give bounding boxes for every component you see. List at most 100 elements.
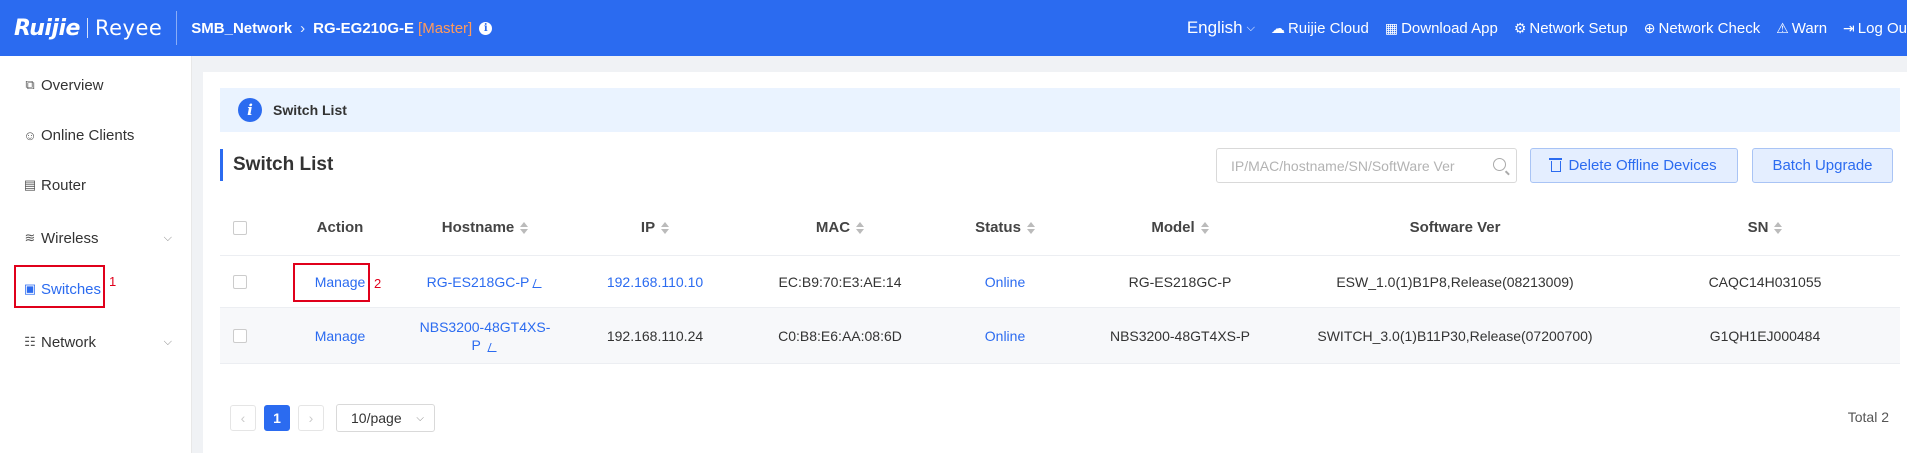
software-ver-cell: ESW_1.0(1)B1P8,Release(08213009) bbox=[1336, 273, 1574, 290]
manage-link[interactable]: Manage bbox=[280, 308, 400, 363]
page-1-button[interactable]: 1 bbox=[264, 405, 290, 431]
total-count: Total 2 bbox=[1847, 409, 1889, 425]
clients-icon: ☺ bbox=[23, 127, 37, 143]
search-icon[interactable] bbox=[1493, 158, 1506, 171]
prev-page-button[interactable]: ‹ bbox=[230, 405, 256, 431]
sidebar-item-label: Online Clients bbox=[41, 126, 135, 144]
header-checkbox-cell bbox=[220, 200, 260, 255]
edit-icon[interactable] bbox=[532, 279, 545, 288]
delete-offline-devices-button[interactable]: Delete Offline Devices bbox=[1530, 148, 1738, 183]
nav-warn[interactable]: ⚠ Warn bbox=[1776, 20, 1827, 37]
table-header: Action Hostname IP MAC Status Model Soft… bbox=[220, 200, 1900, 256]
model-cell: RG-ES218GC-P bbox=[1128, 273, 1232, 290]
language-selector[interactable]: English ⌵ bbox=[1187, 18, 1255, 38]
chevron-right-icon: › bbox=[300, 19, 306, 37]
table-row: Manage NBS3200-48GT4XS- P 192.168.110.24… bbox=[220, 308, 1900, 364]
nav-logout[interactable]: ⇥ Log Ou bbox=[1843, 20, 1907, 37]
column-header-ip[interactable]: IP bbox=[560, 200, 750, 255]
hostname-link-line1[interactable]: NBS3200-48GT4XS- bbox=[420, 318, 551, 336]
search-input[interactable] bbox=[1231, 157, 1487, 174]
mac-cell: C0:B8:E6:AA:08:6D bbox=[778, 327, 902, 344]
batch-upgrade-button[interactable]: Batch Upgrade bbox=[1752, 148, 1893, 183]
nav-download-app[interactable]: ▦ Download App bbox=[1385, 20, 1498, 37]
sidebar-item-router[interactable]: ▤ Router bbox=[0, 167, 192, 203]
row-checkbox[interactable] bbox=[233, 274, 247, 289]
status-cell: Online bbox=[984, 327, 1026, 344]
page-size-value: 10/page bbox=[351, 410, 402, 426]
column-header-hostname[interactable]: Hostname bbox=[410, 200, 560, 255]
edit-icon[interactable] bbox=[487, 342, 501, 352]
network-icon: ☷ bbox=[24, 334, 36, 349]
wifi-icon: ≋ bbox=[24, 230, 36, 245]
sort-icon[interactable] bbox=[1200, 221, 1209, 234]
nav-network-check[interactable]: ⊕ Network Check bbox=[1644, 20, 1760, 37]
highlight-box-switches bbox=[14, 265, 105, 308]
next-page-button[interactable]: › bbox=[298, 405, 324, 431]
info-banner: i Switch List bbox=[220, 88, 1900, 132]
sort-icon[interactable] bbox=[1774, 221, 1783, 234]
ip-link[interactable]: 192.168.110.10 bbox=[560, 256, 750, 307]
column-header-status[interactable]: Status bbox=[930, 200, 1080, 255]
cloud-icon: ☁ bbox=[1270, 19, 1285, 36]
nav-label: Download App bbox=[1401, 19, 1498, 37]
ruijie-logo: Ruijie bbox=[14, 15, 80, 41]
button-label: Delete Offline Devices bbox=[1568, 157, 1717, 174]
section-title: Switch List bbox=[220, 149, 333, 181]
search-box[interactable] bbox=[1216, 148, 1517, 183]
sort-icon[interactable] bbox=[520, 221, 529, 234]
warn-icon: ⚠ bbox=[1776, 19, 1789, 36]
sort-icon[interactable] bbox=[661, 221, 670, 234]
banner-text: Switch List bbox=[273, 102, 347, 118]
chevron-down-icon: ⌵ bbox=[163, 335, 172, 348]
sort-icon[interactable] bbox=[1026, 221, 1035, 234]
network-check-icon: ⊕ bbox=[1643, 19, 1656, 36]
top-bar: Ruijie Reyee SMB_Network › RG-EG210G-E [… bbox=[0, 0, 1907, 56]
step-label-1: 1 bbox=[109, 274, 117, 289]
column-header-label: MAC bbox=[815, 219, 851, 236]
qr-code-icon: ▦ bbox=[1384, 19, 1399, 36]
trash-icon bbox=[1549, 158, 1563, 172]
sidebar-item-online-clients[interactable]: ☺ Online Clients bbox=[0, 117, 192, 153]
sidebar-item-overview[interactable]: ⧉ Overview bbox=[0, 67, 192, 103]
info-icon[interactable]: i bbox=[479, 21, 493, 35]
nav-ruijie-cloud[interactable]: ☁ Ruijie Cloud bbox=[1271, 20, 1369, 37]
sidebar: ⧉ Overview ☺ Online Clients ▤ Router ≋ W… bbox=[0, 56, 192, 453]
software-ver-cell: SWITCH_3.0(1)B11P30,Release(07200700) bbox=[1317, 327, 1593, 344]
sidebar-item-label: Router bbox=[41, 176, 87, 194]
column-header-action: Action bbox=[316, 219, 364, 236]
sort-icon[interactable] bbox=[856, 221, 865, 234]
highlight-box-manage bbox=[293, 263, 370, 302]
hostname-link[interactable]: RG-ES218GC-P bbox=[427, 274, 530, 290]
nav-label: Log Ou bbox=[1857, 19, 1907, 37]
hostname-cell: RG-ES218GC-P bbox=[410, 256, 560, 307]
nav-label: Network Setup bbox=[1529, 19, 1628, 37]
select-all-checkbox[interactable] bbox=[233, 220, 247, 235]
column-header-model[interactable]: Model bbox=[1080, 200, 1280, 255]
hostname-cell: NBS3200-48GT4XS- P bbox=[410, 308, 560, 363]
breadcrumb-network[interactable]: SMB_Network bbox=[191, 20, 292, 37]
column-header-mac[interactable]: MAC bbox=[750, 200, 930, 255]
sidebar-item-label: Network bbox=[41, 333, 97, 351]
logout-icon: ⇥ bbox=[1843, 19, 1855, 36]
chevron-down-icon: ⌵ bbox=[163, 231, 172, 244]
column-header-label: Status bbox=[975, 219, 1021, 236]
logo[interactable]: Ruijie Reyee bbox=[0, 0, 162, 56]
column-header-label: Model bbox=[1151, 219, 1195, 236]
sidebar-item-label: Wireless bbox=[41, 229, 99, 247]
router-icon: ▤ bbox=[23, 177, 37, 192]
nav-network-setup[interactable]: ⚙ Network Setup bbox=[1514, 20, 1628, 37]
breadcrumb: SMB_Network › RG-EG210G-E [Master] i bbox=[191, 19, 493, 37]
page-size-select[interactable]: 10/page ⌵ bbox=[336, 404, 435, 432]
sidebar-item-network[interactable]: ☷ Network ⌵ bbox=[0, 324, 192, 360]
device-role-badge: [Master] bbox=[418, 19, 473, 37]
sidebar-item-wireless[interactable]: ≋ Wireless ⌵ bbox=[0, 220, 192, 256]
overview-icon: ⧉ bbox=[25, 77, 35, 92]
nav-label: Warn bbox=[1791, 19, 1828, 37]
hostname-link-line2[interactable]: P bbox=[472, 337, 481, 353]
sidebar-item-label: Overview bbox=[41, 76, 104, 94]
row-checkbox-cell bbox=[220, 256, 260, 307]
topbar-divider bbox=[176, 11, 178, 45]
sn-cell: G1QH1EJ000484 bbox=[1709, 327, 1821, 344]
column-header-sn[interactable]: SN bbox=[1630, 200, 1900, 255]
row-checkbox[interactable] bbox=[233, 328, 247, 343]
